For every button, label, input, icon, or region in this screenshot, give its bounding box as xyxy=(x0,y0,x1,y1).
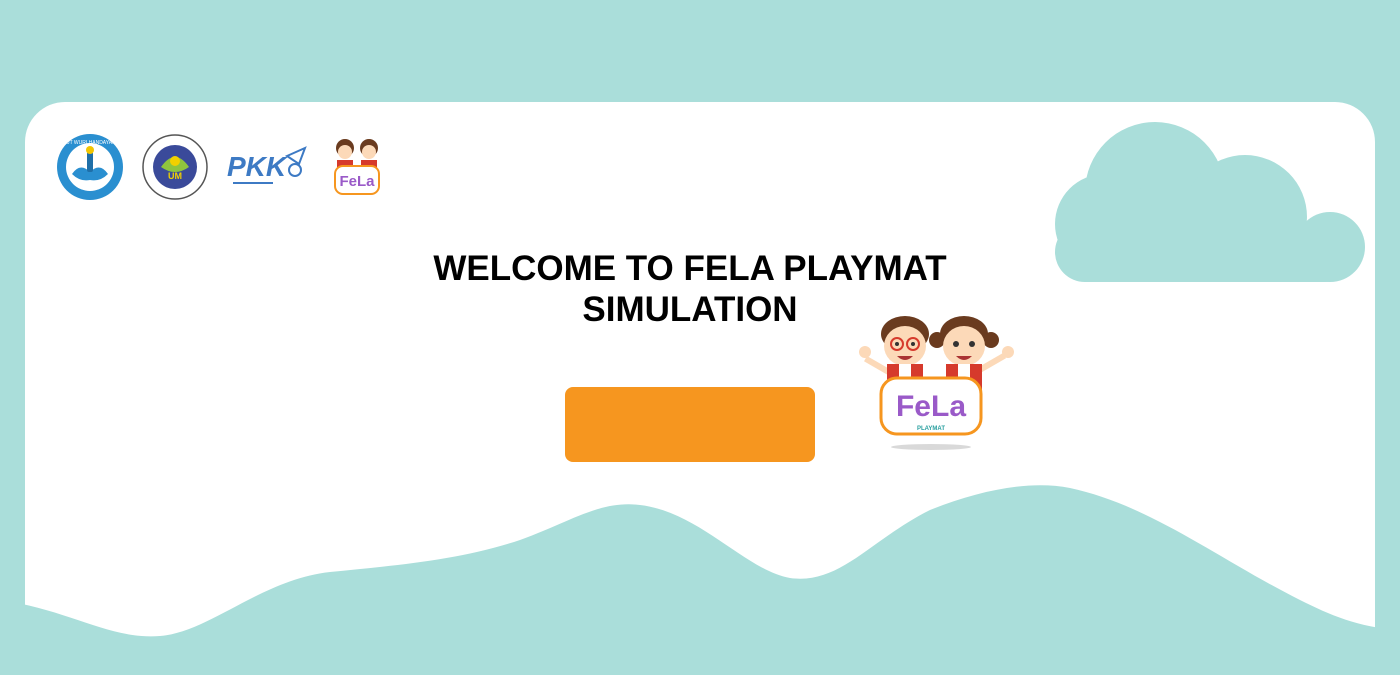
universitas-negeri-malang-logo: UM xyxy=(142,134,208,200)
mascot-brand-text: FeLa xyxy=(896,390,966,423)
fela-playmat-logo: FeLa xyxy=(334,139,380,195)
start-button[interactable] xyxy=(565,387,815,462)
fela-mascot-illustration: FeLa PLAYMAT xyxy=(859,316,1014,450)
pkk-logo: PKK xyxy=(227,146,307,184)
fela-small-logo-text: FeLa xyxy=(339,173,375,190)
page: TUT WURI HANDAYANI UM PKK FeLa WELCOME T… xyxy=(0,0,1400,675)
pkk-logo-text: PKK xyxy=(227,151,288,182)
tut-wuri-handayani-logo: TUT WURI HANDAYANI xyxy=(57,134,123,200)
welcome-card: TUT WURI HANDAYANI UM PKK FeLa WELCOME T… xyxy=(25,102,1375,675)
tut-wuri-logo-text: TUT WURI HANDAYANI xyxy=(63,140,117,146)
partner-logos: TUT WURI HANDAYANI UM PKK FeLa xyxy=(55,132,393,202)
um-badge: UM xyxy=(168,171,182,181)
cloud-decoration xyxy=(1055,122,1365,282)
mascot-sub-text: PLAYMAT xyxy=(917,426,945,432)
